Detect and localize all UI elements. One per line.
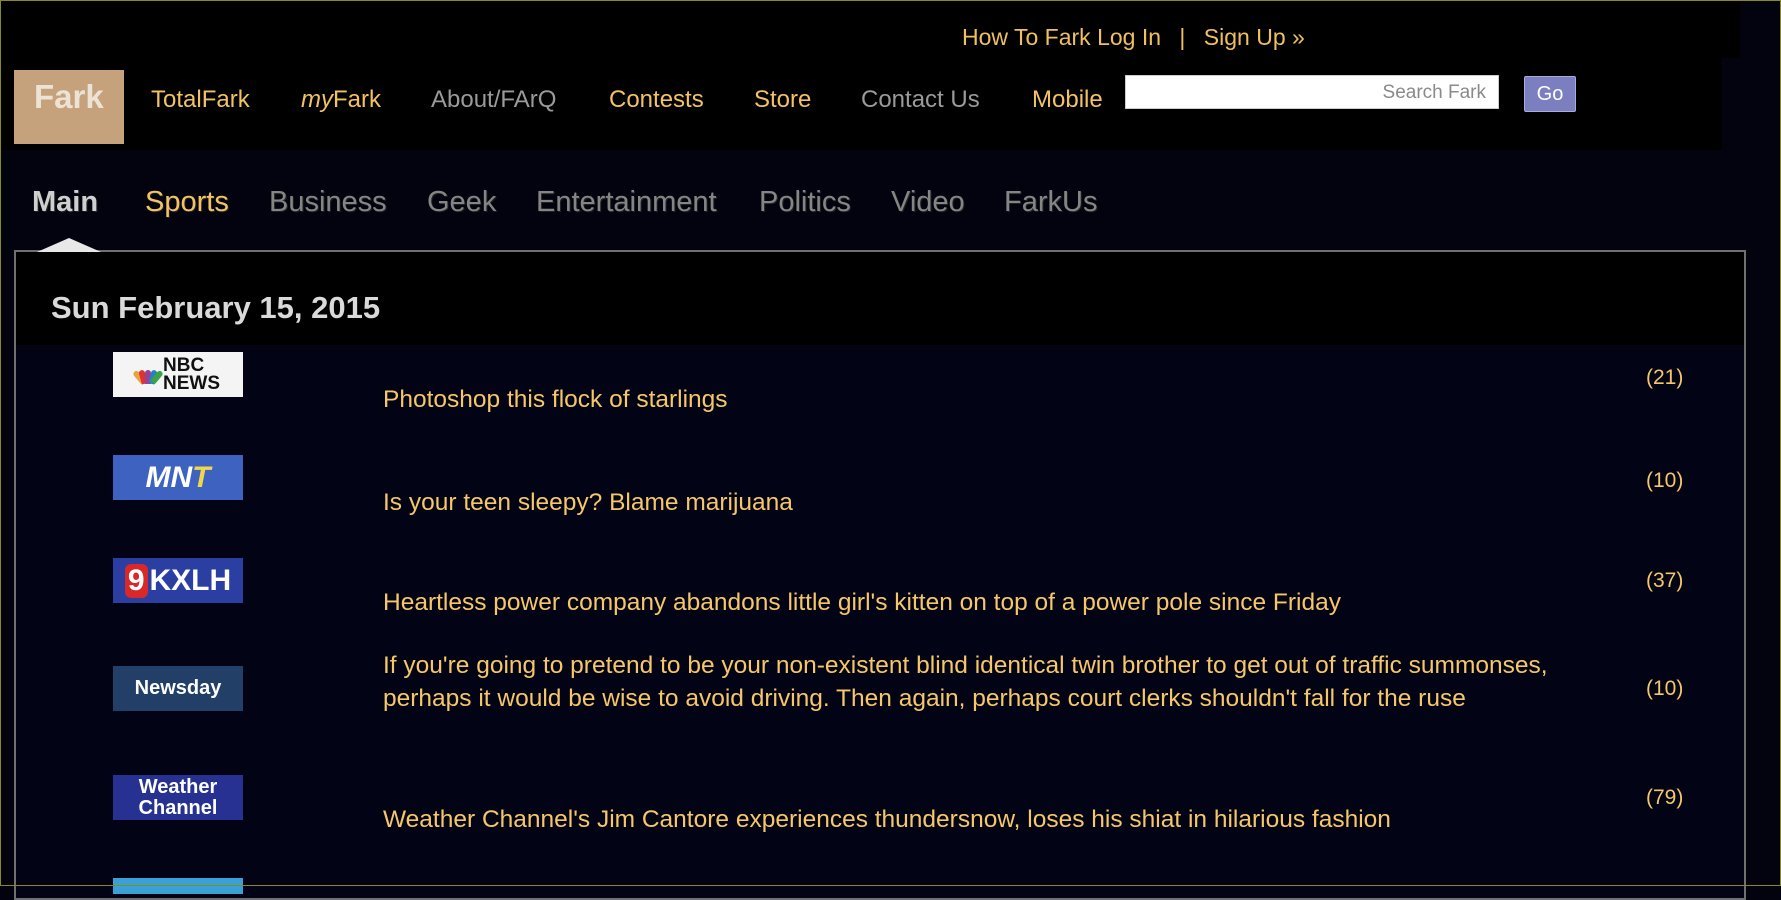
tab-main[interactable]: Main	[32, 186, 98, 219]
date-label: Sun February 15, 2015	[51, 290, 381, 325]
comment-count[interactable]: (79)	[1646, 786, 1683, 810]
nav-contact[interactable]: Contact Us	[861, 86, 980, 114]
tab-geek[interactable]: Geek	[427, 186, 496, 219]
tab-entertainment[interactable]: Entertainment	[536, 186, 717, 219]
kxlh-wordmark: KXLH	[149, 563, 232, 597]
story-headline[interactable]: If you're going to pretend to be your no…	[383, 649, 1605, 715]
tab-sports[interactable]: Sports	[145, 186, 229, 219]
nav-store[interactable]: Store	[754, 86, 811, 114]
nbc-wordmark-line1: NBC	[163, 354, 205, 376]
mnt-logo[interactable]: MNT	[113, 455, 243, 500]
top-bar: How To Fark Log In | Sign Up »	[0, 0, 1740, 58]
search-go-button[interactable]: Go	[1524, 76, 1576, 112]
mnt-wordmark: MNT	[146, 461, 211, 495]
source-logo[interactable]	[113, 878, 243, 894]
nbc-news-logo[interactable]: NBC NEWS	[113, 352, 243, 397]
search-input[interactable]: Search Fark	[1125, 75, 1499, 109]
tab-business[interactable]: Business	[269, 186, 387, 219]
mnt-wordmark-a: MN	[145, 460, 193, 494]
tab-politics[interactable]: Politics	[759, 186, 851, 219]
story-headline[interactable]: Weather Channel's Jim Cantore experience…	[383, 803, 1605, 836]
link-separator: |	[1179, 24, 1186, 50]
main-nav: Fark TotalFark myFark About/FArQ Contest…	[0, 58, 1722, 150]
story-panel: Sun February 15, 2015 NBC NEWS Photoshop…	[14, 250, 1746, 900]
story-headline[interactable]: Heartless power company abandons little …	[383, 586, 1605, 619]
comment-count[interactable]: (37)	[1646, 569, 1683, 593]
story-headline[interactable]: Photoshop this flock of starlings	[383, 383, 1605, 416]
weather-wordmark-line1: Weather	[138, 775, 218, 798]
nav-myfark-suffix: Fark	[333, 86, 381, 113]
weather-wordmark-line2: Channel	[138, 796, 218, 819]
newsday-wordmark: Newsday	[134, 677, 222, 699]
date-header: Sun February 15, 2015	[16, 252, 1744, 345]
active-tab-indicator	[37, 238, 101, 252]
newsday-logo[interactable]: Newsday	[113, 666, 243, 711]
sign-up-link[interactable]: Sign Up »	[1204, 24, 1305, 50]
tab-video[interactable]: Video	[891, 186, 965, 219]
kxlh-nine-badge: 9	[124, 563, 148, 598]
how-to-fark-link[interactable]: How To Fark	[962, 24, 1091, 50]
nav-contests[interactable]: Contests	[609, 86, 704, 114]
account-links: How To Fark Log In | Sign Up »	[962, 24, 1305, 51]
mnt-wordmark-b: T	[192, 460, 211, 494]
fark-logo[interactable]: Fark	[14, 70, 124, 144]
nbc-wordmark-line2: NEWS	[163, 372, 220, 394]
weather-channel-logo[interactable]: Weather Channel	[113, 775, 243, 820]
nav-mobile[interactable]: Mobile	[1032, 86, 1103, 114]
story-headline[interactable]: Is your teen sleepy? Blame marijuana	[383, 486, 1605, 519]
comment-count[interactable]: (10)	[1646, 677, 1683, 701]
comment-count[interactable]: (10)	[1646, 469, 1683, 493]
kxlh-logo[interactable]: 9 KXLH	[113, 558, 243, 603]
comment-count[interactable]: (21)	[1646, 366, 1683, 390]
nav-about[interactable]: About/FArQ	[431, 86, 556, 114]
nbc-news-wordmark: NBC NEWS	[163, 354, 220, 394]
nav-myfark[interactable]: myFark	[301, 86, 381, 114]
peacock-icon	[132, 366, 164, 385]
tab-farkus[interactable]: FarkUs	[1004, 186, 1097, 219]
nav-myfark-prefix: my	[301, 86, 333, 113]
nav-totalfark[interactable]: TotalFark	[151, 86, 250, 114]
fark-logo-text: Fark	[34, 78, 104, 115]
log-in-link[interactable]: Log In	[1097, 24, 1161, 50]
